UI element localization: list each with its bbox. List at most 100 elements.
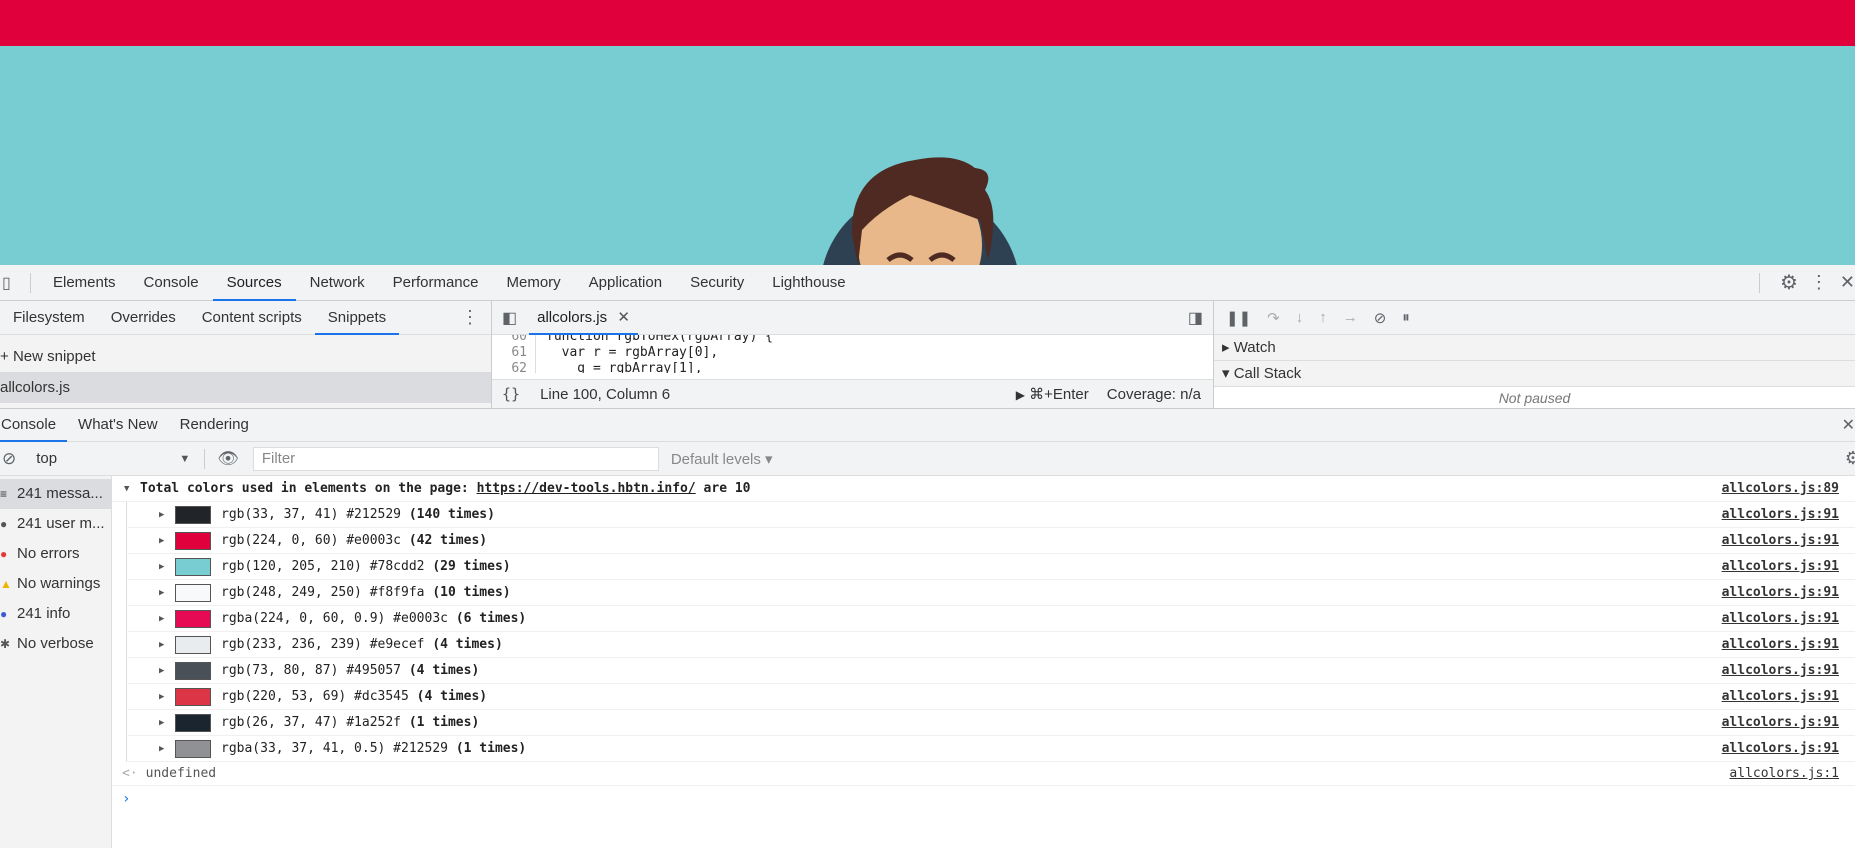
expand-triangle-icon[interactable]: ▶: [159, 666, 175, 676]
expand-triangle-icon[interactable]: ▶: [159, 562, 175, 572]
tab-application[interactable]: Application: [575, 265, 676, 301]
step-icon[interactable]: →: [1343, 309, 1358, 326]
group-url-link[interactable]: https://dev-tools.hbtn.info/: [477, 481, 696, 496]
source-link[interactable]: allcolors.js:91: [1722, 507, 1839, 522]
expand-triangle-icon[interactable]: ▶: [159, 510, 175, 520]
source-link[interactable]: allcolors.js:1: [1729, 766, 1839, 781]
step-into-icon[interactable]: ↓: [1296, 309, 1304, 326]
more-menu-icon[interactable]: ⋮: [1810, 272, 1828, 293]
expand-triangle-icon[interactable]: ▶: [159, 744, 175, 754]
tab-memory[interactable]: Memory: [493, 265, 575, 301]
expand-triangle-icon[interactable]: ▶: [159, 588, 175, 598]
navigator-subtabs: Filesystem Overrides Content scripts Sni…: [0, 301, 491, 335]
source-link[interactable]: allcolors.js:91: [1722, 585, 1839, 600]
pause-icon[interactable]: ❚❚: [1226, 309, 1251, 327]
context-selector[interactable]: top ▼: [28, 446, 196, 472]
sidebar-item-info[interactable]: ● 241 info: [0, 599, 111, 629]
expand-triangle-icon[interactable]: ▶: [159, 614, 175, 624]
step-over-icon[interactable]: ↷: [1267, 309, 1280, 327]
console-color-row[interactable]: ▶ rgb(33, 37, 41) #212529 (140 times) allc…: [126, 502, 1855, 528]
expand-triangle-icon[interactable]: ▶: [159, 692, 175, 702]
console-color-row[interactable]: ▶ rgb(224, 0, 60) #e0003c (42 times) allco…: [126, 528, 1855, 554]
console-color-row[interactable]: ▶ rgb(220, 53, 69) #dc3545 (4 times) allco…: [126, 684, 1855, 710]
expand-triangle-icon[interactable]: ▶: [159, 536, 175, 546]
navigator-more-icon[interactable]: ⋮: [461, 307, 479, 328]
deactivate-breakpoints-icon[interactable]: ⊘: [1374, 309, 1387, 327]
subtab-snippets[interactable]: Snippets: [314, 301, 400, 335]
toggle-debugger-icon[interactable]: ◨: [1188, 308, 1203, 328]
console-group-header[interactable]: ▼ Total colors used in elements on the p…: [112, 476, 1855, 502]
source-link[interactable]: allcolors.js:91: [1722, 533, 1839, 548]
clear-console-icon[interactable]: ⊘: [2, 449, 16, 469]
sidebar-item-verbose[interactable]: ✱ No verbose: [0, 629, 111, 659]
expand-triangle-icon[interactable]: ▶: [159, 640, 175, 650]
console-color-row[interactable]: ▶ rgb(248, 249, 250) #f8f9fa (10 times) al…: [126, 580, 1855, 606]
drawer-tab-rendering[interactable]: Rendering: [169, 408, 260, 442]
console-color-row[interactable]: ▶ rgb(233, 236, 239) #e9ecef (4 times) all…: [126, 632, 1855, 658]
editor-file-tab[interactable]: allcolors.js ✕: [529, 301, 638, 335]
color-text: rgb(220, 53, 69) #dc3545 (4 times): [221, 689, 487, 704]
console-color-row[interactable]: ▶ rgb(73, 80, 87) #495057 (4 times) allcol…: [126, 658, 1855, 684]
close-drawer-icon[interactable]: ✕: [1842, 415, 1855, 435]
console-color-row[interactable]: ▶ rgb(120, 205, 210) #78cdd2 (29 times) al…: [126, 554, 1855, 580]
tab-performance[interactable]: Performance: [379, 265, 493, 301]
tab-lighthouse[interactable]: Lighthouse: [758, 265, 859, 301]
source-link[interactable]: allcolors.js:91: [1722, 689, 1839, 704]
return-value: undefined: [145, 766, 217, 781]
expand-triangle-icon[interactable]: ▶: [159, 718, 175, 728]
page-header-bar: [0, 0, 1855, 46]
subtab-filesystem[interactable]: Filesystem: [0, 301, 98, 335]
console-color-row[interactable]: ▶ rgba(224, 0, 60, 0.9) #e0003c (6 times)…: [126, 606, 1855, 632]
drawer-tab-console[interactable]: Console: [0, 408, 68, 442]
prompt-chevron-icon: ›: [122, 791, 131, 807]
avatar-illustration: [823, 157, 1017, 265]
settings-gear-icon[interactable]: ⚙: [1780, 270, 1798, 295]
expand-triangle-icon[interactable]: ▼: [124, 484, 140, 494]
sidebar-item-messages[interactable]: ≡ 241 messa...: [0, 479, 111, 509]
source-link[interactable]: allcolors.js:91: [1722, 559, 1839, 574]
log-levels-dropdown[interactable]: Default levels ▾: [671, 450, 773, 468]
call-stack-pane-header[interactable]: ▾ Call Stack: [1214, 361, 1855, 387]
subtab-content-scripts[interactable]: Content scripts: [189, 301, 315, 335]
console-filter-input[interactable]: [252, 446, 659, 471]
pause-on-exceptions-icon[interactable]: ⏸: [1402, 309, 1410, 326]
subtab-overrides[interactable]: Overrides: [98, 301, 189, 335]
sidebar-item-errors[interactable]: ● No errors: [0, 539, 111, 569]
new-snippet-button[interactable]: + New snippet: [0, 341, 491, 372]
drawer-tab-whats-new[interactable]: What's New: [67, 408, 169, 442]
device-toolbar-icon[interactable]: ▯: [2, 273, 22, 293]
tab-elements[interactable]: Elements: [39, 265, 130, 301]
console-color-row[interactable]: ▶ rgba(33, 37, 41, 0.5) #212529 (1 times)…: [126, 736, 1855, 762]
editor-tab-bar: ◧ allcolors.js ✕ ◨: [492, 301, 1213, 335]
sidebar-item-user-messages[interactable]: ● 241 user m...: [0, 509, 111, 539]
toggle-navigator-icon[interactable]: ◧: [502, 308, 517, 328]
source-link[interactable]: allcolors.js:91: [1722, 663, 1839, 678]
live-expression-eye-icon[interactable]: 👁: [217, 449, 239, 469]
pretty-print-icon[interactable]: {}: [502, 385, 520, 403]
code-area[interactable]: 60 function rgbToHex(rgbArray) { 61 var r…: [492, 329, 1213, 373]
return-arrow-icon: <·: [122, 766, 138, 781]
sidebar-item-warnings[interactable]: ▲ No warnings: [0, 569, 111, 599]
close-devtools-icon[interactable]: ✕: [1840, 272, 1855, 293]
console-color-row[interactable]: ▶ rgb(26, 37, 47) #1a252f (1 times) allcol…: [126, 710, 1855, 736]
step-out-icon[interactable]: ↑: [1319, 309, 1327, 326]
color-count: (1 times): [455, 741, 527, 756]
snippet-item[interactable]: allcolors.js: [0, 372, 491, 403]
console-prompt[interactable]: ›: [112, 786, 1855, 812]
source-link[interactable]: allcolors.js:91: [1722, 715, 1839, 730]
tab-network[interactable]: Network: [296, 265, 379, 301]
watch-pane-header[interactable]: ▸ Watch: [1214, 335, 1855, 361]
source-link[interactable]: allcolors.js:91: [1722, 637, 1839, 652]
console-settings-gear-icon[interactable]: ⚙: [1845, 448, 1855, 469]
source-link[interactable]: allcolors.js:91: [1722, 611, 1839, 626]
source-link[interactable]: allcolors.js:91: [1722, 741, 1839, 756]
color-count: (4 times): [416, 689, 488, 704]
close-tab-icon[interactable]: ✕: [617, 309, 630, 326]
source-link[interactable]: allcolors.js:89: [1722, 481, 1839, 496]
watch-label: Watch: [1233, 339, 1276, 356]
dropdown-arrow-icon: ▼: [179, 452, 191, 465]
tab-security[interactable]: Security: [676, 265, 758, 301]
tab-sources[interactable]: Sources: [212, 265, 296, 301]
tab-console[interactable]: Console: [130, 265, 213, 301]
run-snippet-button[interactable]: ▶ ⌘+Enter: [1016, 385, 1089, 403]
